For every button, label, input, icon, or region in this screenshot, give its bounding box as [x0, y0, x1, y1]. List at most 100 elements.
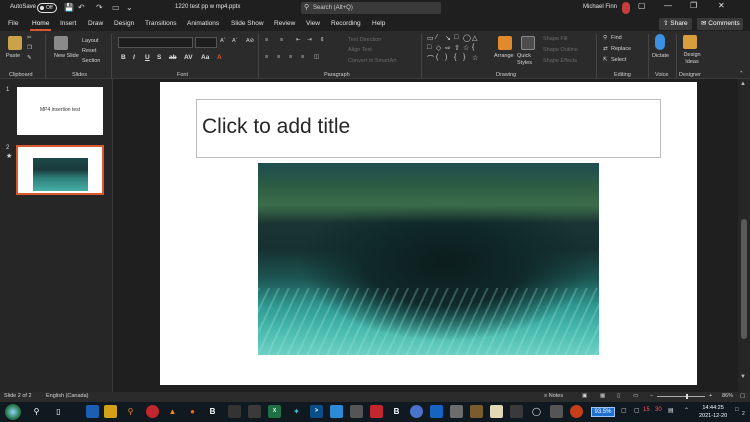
tab-view[interactable]: View [306, 19, 320, 31]
slideshow-view-icon[interactable]: ▭ [633, 393, 638, 399]
network-icon[interactable]: ▤ [668, 407, 674, 414]
justify-icon[interactable]: ≡ [301, 54, 304, 60]
notepad-icon[interactable] [490, 405, 503, 418]
brace-open-shape-icon[interactable]: { [454, 54, 456, 61]
search-app-icon[interactable]: ⚲ [124, 405, 137, 418]
tray-app-icon[interactable]: ▢ [621, 407, 627, 414]
vivaldi-icon[interactable] [146, 405, 159, 418]
decrease-indent-icon[interactable]: ⇤ [296, 37, 301, 43]
columns-icon[interactable]: ◫ [314, 54, 319, 60]
cut-icon[interactable]: ✂ [27, 35, 32, 41]
reading-view-icon[interactable]: ▯ [617, 393, 620, 399]
tab-recording[interactable]: Recording [331, 19, 361, 31]
minimize-icon[interactable]: — [664, 1, 672, 10]
character-spacing-button[interactable]: AV [184, 54, 193, 61]
underwater-video[interactable] [258, 163, 599, 355]
restore-icon[interactable]: ❐ [690, 1, 697, 10]
brace-close-shape-icon[interactable]: } [463, 54, 465, 61]
font-color-button[interactable]: A [217, 54, 222, 61]
replace-icon[interactable]: ⇄ [603, 46, 608, 52]
arrange-icon[interactable] [498, 36, 512, 50]
shadow-button[interactable]: S [157, 54, 161, 61]
search-input[interactable]: ⚲ Search (Alt+Q) [301, 2, 441, 14]
zoom-in-icon[interactable]: + [709, 393, 712, 399]
arrow-up-shape-icon[interactable]: ⇧ [454, 44, 460, 52]
arrow-right-shape-icon[interactable]: ⇨ [445, 44, 451, 52]
app-red-icon[interactable] [370, 405, 383, 418]
ribbon-options-icon[interactable]: ▢ [638, 1, 646, 10]
arrow-shape-icon[interactable]: ↘ [445, 34, 451, 42]
align-center-icon[interactable]: ≡ [277, 54, 280, 60]
fit-to-window-icon[interactable]: ▢ [740, 393, 745, 399]
close-icon[interactable]: ✕ [718, 1, 725, 10]
rectangle-shape-icon[interactable]: □ [454, 34, 458, 41]
new-slide-button[interactable]: New Slide [54, 53, 79, 59]
powerpoint-icon[interactable] [570, 405, 583, 418]
tab-draw[interactable]: Draw [88, 19, 103, 31]
shape-outline-button[interactable]: Shape Outline [543, 47, 578, 53]
slide-thumbnail-1[interactable]: MP4 insertion test [17, 87, 103, 135]
clear-formatting-icon[interactable]: A⊘ [246, 38, 254, 44]
tab-slide-show[interactable]: Slide Show [231, 19, 264, 31]
user-name[interactable]: Michael Finn [583, 4, 617, 10]
normal-view-icon[interactable]: ▣ [582, 393, 587, 399]
design-ideas-button[interactable]: Design Ideas [681, 52, 703, 66]
diamond-shape-icon[interactable]: ◇ [436, 44, 441, 52]
arc-shape-icon[interactable]: ⌒ [427, 54, 434, 64]
app-brown-icon[interactable] [470, 405, 483, 418]
comments-button[interactable]: ✉ Comments [697, 18, 743, 30]
align-right-icon[interactable]: ≡ [289, 54, 292, 60]
increase-indent-icon[interactable]: ⇥ [307, 37, 312, 43]
brace-shape-icon[interactable]: { [472, 44, 474, 51]
dictate-icon[interactable] [655, 34, 665, 50]
calculator-icon[interactable] [350, 405, 363, 418]
tab-animations[interactable]: Animations [187, 19, 219, 31]
star-small-shape-icon[interactable]: ☆ [472, 54, 478, 62]
section-button[interactable]: Section [82, 58, 100, 64]
firefox-icon[interactable]: ● [186, 405, 199, 418]
line-spacing-icon[interactable]: ⇕ [320, 37, 325, 43]
save-icon[interactable]: 💾 [64, 3, 74, 12]
tab-transitions[interactable]: Transitions [145, 19, 177, 31]
bold-button[interactable]: B [121, 54, 126, 61]
tab-home[interactable]: Home [30, 19, 52, 31]
excel-icon[interactable]: X [268, 405, 281, 418]
app-blue-icon[interactable] [330, 405, 343, 418]
zoom-slider[interactable] [657, 396, 705, 397]
zoom-level[interactable]: 86% [722, 393, 733, 399]
new-slide-icon[interactable] [54, 36, 68, 50]
undo-icon[interactable]: ↶ [78, 3, 85, 12]
bracket-close-shape-icon[interactable]: ) [445, 54, 447, 61]
autosave-toggle[interactable]: Off [37, 3, 57, 13]
convert-smartart-button[interactable]: Convert to SmartArt [348, 58, 397, 64]
reset-button[interactable]: Reset [82, 48, 96, 54]
find-icon[interactable]: ⚲ [603, 35, 607, 41]
tab-design[interactable]: Design [114, 19, 134, 31]
vlc-icon[interactable]: ▲ [166, 405, 179, 418]
app-window-icon[interactable] [248, 405, 261, 418]
outlook-icon[interactable] [86, 405, 99, 418]
dictate-button[interactable]: Dictate [652, 53, 669, 59]
slide-thumbnail-2[interactable] [16, 145, 104, 195]
task-view-icon[interactable]: ▯ [52, 405, 65, 418]
tab-help[interactable]: Help [372, 19, 385, 31]
callout-shape-icon[interactable]: □ [427, 44, 431, 51]
scrollbar-thumb[interactable] [741, 219, 747, 339]
language-indicator[interactable]: English (Canada) [46, 393, 89, 399]
notes-button[interactable]: ≡ Notes [544, 393, 563, 399]
vertical-scrollbar[interactable]: ▲ ▼ [738, 79, 750, 392]
qat-more-icon[interactable]: ⌄ [126, 3, 133, 12]
paste-button[interactable]: Paste [6, 53, 20, 59]
app-circle-icon[interactable] [410, 405, 423, 418]
scroll-up-icon[interactable]: ▲ [740, 81, 746, 87]
arrange-button[interactable]: Arrange [494, 53, 514, 59]
tab-review[interactable]: Review [274, 19, 295, 31]
paste-icon[interactable] [8, 36, 22, 50]
file-explorer-icon[interactable] [104, 405, 117, 418]
clock-app-icon[interactable]: ◯ [530, 405, 543, 418]
find-button[interactable]: Find [611, 35, 622, 41]
align-text-button[interactable]: Align Text [348, 47, 372, 53]
shape-fill-button[interactable]: Shape Fill [543, 36, 567, 42]
redo-icon[interactable]: ↷ [96, 3, 103, 12]
b-app-icon[interactable]: B [206, 405, 219, 418]
